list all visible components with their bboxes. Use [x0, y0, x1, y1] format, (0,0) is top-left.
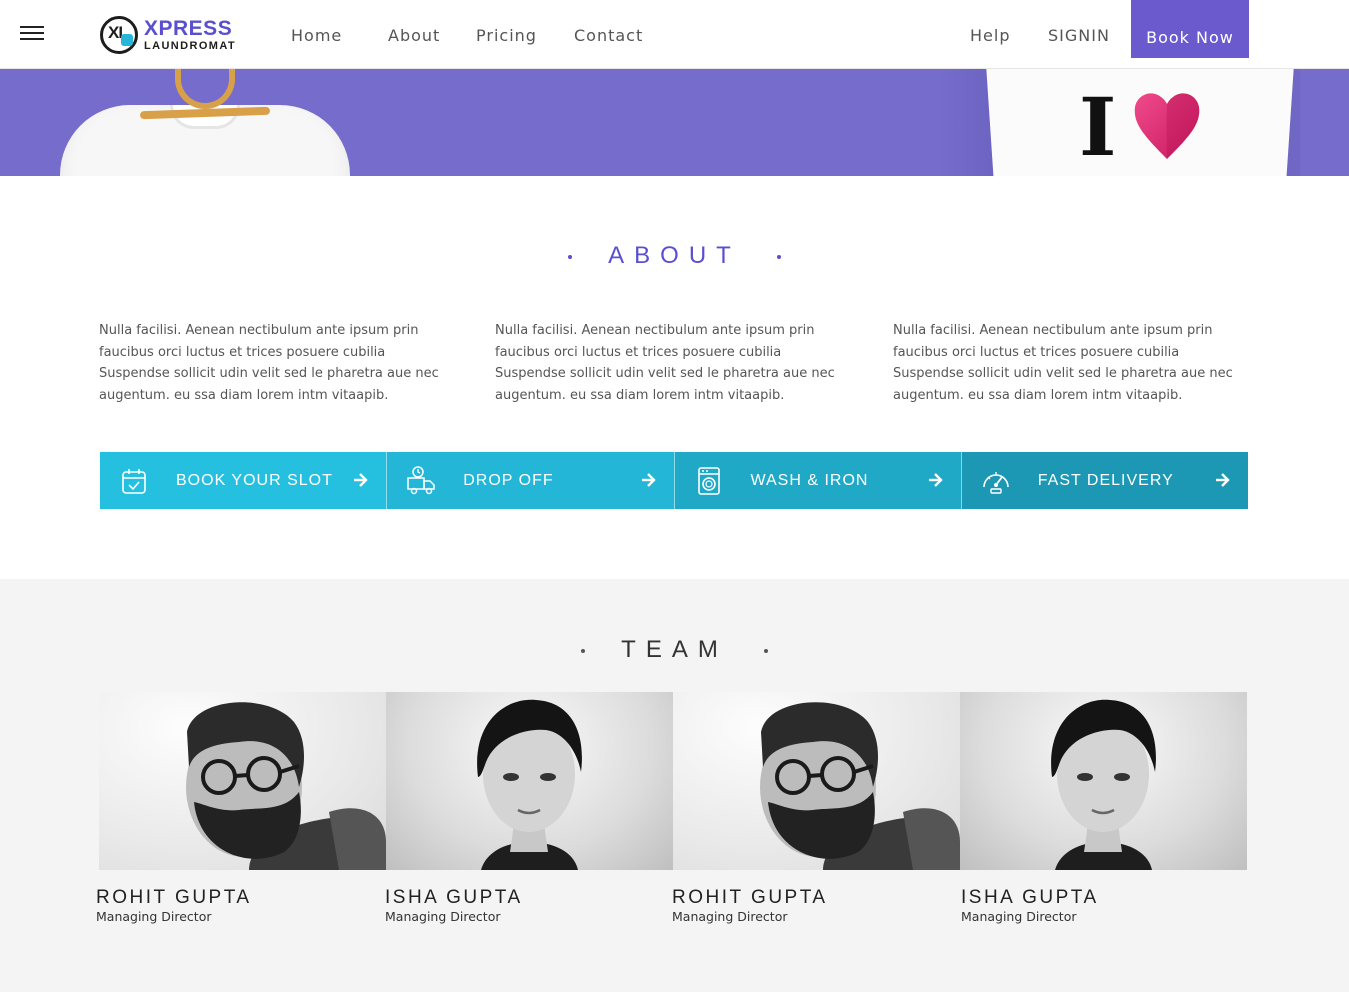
- brand-logo[interactable]: XL XPRESS LAUNDROMAT: [100, 16, 240, 56]
- team-section-title: TEAM: [0, 636, 1349, 664]
- book-now-button[interactable]: Book Now: [1131, 0, 1249, 58]
- about-paragraph: Nulla facilisi. Aenean nectibulum ante i…: [99, 323, 439, 403]
- heart-icon: [1134, 93, 1200, 159]
- portrait-man-image: [760, 702, 960, 870]
- speedometer-icon: [982, 471, 1009, 494]
- bubbles-icon: [121, 34, 133, 46]
- team-member-role: Managing Director: [96, 909, 212, 924]
- nav-about-link[interactable]: About: [388, 26, 440, 45]
- service-fast-delivery-button[interactable]: FAST DELIVERY: [961, 452, 1248, 509]
- about-paragraph: Nulla facilisi. Aenean nectibulum ante i…: [495, 323, 835, 403]
- team-member-role: Managing Director: [672, 909, 788, 924]
- service-label: DROP OFF: [463, 471, 554, 489]
- service-book-slot-button[interactable]: BOOK YOUR SLOT: [100, 452, 388, 509]
- team-member-name: ISHA GUPTA: [961, 887, 1099, 908]
- hanger-icon: [175, 69, 235, 109]
- services-bar: BOOK YOUR SLOT DROP OFF WASH & IRON FAST…: [100, 452, 1248, 509]
- team-title-text: TEAM: [621, 636, 728, 663]
- nav-help-link[interactable]: Help: [970, 26, 1010, 45]
- nav-contact-link[interactable]: Contact: [574, 26, 643, 45]
- about-section-title: ABOUT: [0, 242, 1349, 270]
- about-paragraph: Nulla facilisi. Aenean nectibulum ante i…: [893, 323, 1233, 403]
- arrow-right-icon: [641, 473, 656, 487]
- calendar-check-icon: [122, 468, 146, 494]
- service-label: WASH & IRON: [750, 471, 869, 489]
- arrow-right-icon: [928, 473, 943, 487]
- portrait-man-image: [186, 702, 386, 870]
- service-wash-iron-button[interactable]: WASH & IRON: [674, 452, 962, 509]
- arrow-right-icon: [354, 473, 368, 487]
- team-member-name: ROHIT GUPTA: [672, 887, 828, 908]
- nav-signin-link[interactable]: SIGNIN: [1048, 26, 1110, 45]
- service-label: FAST DELIVERY: [1037, 471, 1174, 489]
- team-photos: [99, 692, 1247, 870]
- brand-name-top: XPRESS: [144, 17, 233, 40]
- service-drop-off-button[interactable]: DROP OFF: [387, 452, 675, 509]
- team-member-photo[interactable]: [99, 692, 386, 870]
- team-member-role: Managing Director: [961, 909, 1077, 924]
- hamburger-menu-icon[interactable]: [20, 26, 44, 40]
- about-title-text: ABOUT: [608, 242, 741, 269]
- team-member-name: ISHA GUPTA: [385, 887, 523, 908]
- site-header: XL XPRESS LAUNDROMAT Home About Pricing …: [0, 0, 1349, 69]
- delivery-truck-icon: [407, 465, 435, 494]
- portrait-woman-image: [477, 699, 582, 870]
- tshirt-print-text: I: [1079, 80, 1117, 174]
- team-member-photo[interactable]: [673, 692, 960, 870]
- logo-mark-icon: XL: [100, 16, 138, 54]
- washing-machine-icon: [697, 466, 720, 495]
- team-member-name: ROHIT GUPTA: [96, 887, 252, 908]
- nav-pricing-link[interactable]: Pricing: [476, 26, 537, 45]
- brand-name-bottom: LAUNDROMAT: [144, 40, 237, 52]
- team-member-photo[interactable]: [386, 692, 673, 870]
- portrait-woman-image: [1051, 699, 1156, 870]
- hero-banner: I: [0, 69, 1349, 176]
- nav-home-link[interactable]: Home: [291, 26, 342, 45]
- service-label: BOOK YOUR SLOT: [176, 471, 333, 489]
- team-member-role: Managing Director: [385, 909, 501, 924]
- team-member-photo[interactable]: [960, 692, 1247, 870]
- arrow-right-icon: [1216, 473, 1230, 487]
